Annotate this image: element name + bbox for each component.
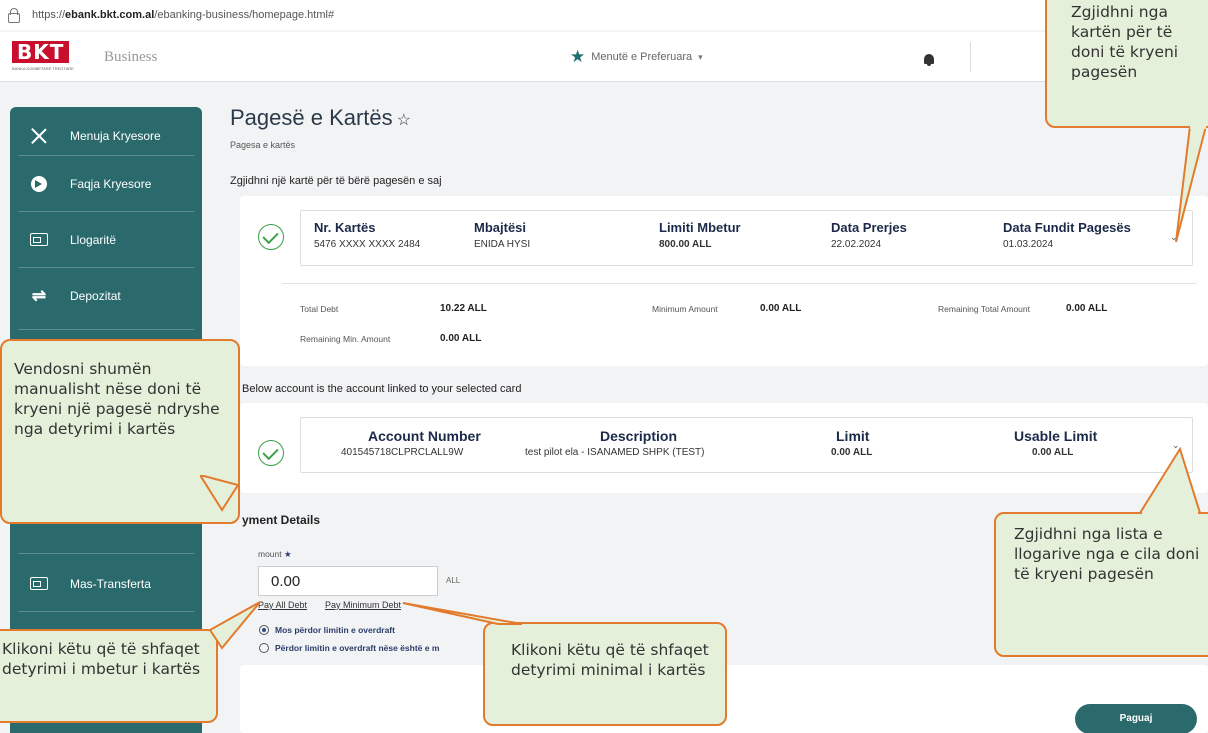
pay-button[interactable]: Paguaj	[1075, 704, 1197, 733]
breadcrumb: Pagesa e kartës	[230, 140, 296, 150]
account-selector[interactable]	[300, 417, 1193, 473]
min-amount-value: 0.00 ALL	[760, 303, 802, 314]
col-header: Description	[600, 428, 678, 444]
sidebar-item-mass-transfer[interactable]: Mas-Transferta	[10, 555, 202, 612]
card-selector[interactable]	[300, 210, 1193, 266]
callout-right: Zgjidhni nga lista e llogarive nga e cil…	[994, 512, 1208, 657]
statement-date: 22.02.2024	[831, 239, 882, 250]
amount-input[interactable]: 0.00	[258, 566, 438, 596]
min-amount-label: Minimum Amount	[652, 304, 718, 314]
callout-bottom-left: Klikoni këtu që të shfaqet detyrimi i mb…	[0, 629, 218, 723]
col-header: Limiti Mbetur	[659, 220, 741, 235]
divider	[18, 611, 194, 612]
header-divider	[970, 42, 971, 72]
divider	[282, 283, 1197, 284]
deposit-icon: ⇌	[31, 285, 47, 305]
card-holder: ENIDA HYSI	[474, 239, 531, 250]
callout-pointer	[1175, 126, 1208, 243]
page-title: Pagesë e Kartës ☆	[230, 105, 412, 130]
col-header: Data Prerjes	[831, 220, 907, 235]
select-card-label: Zgjidhni një kartë për të bërë pagesën e…	[230, 175, 442, 187]
remaining-total-value: 0.00 ALL	[1066, 303, 1108, 314]
address-bar[interactable]: https://ebank.bkt.com.al/ebanking-busine…	[0, 0, 1208, 30]
account-card-icon	[30, 577, 48, 590]
check-icon	[258, 224, 284, 250]
close-icon	[30, 127, 48, 145]
sidebar-item-accounts[interactable]: Llogaritë	[10, 211, 202, 268]
url-text[interactable]: https://ebank.bkt.com.al/ebanking-busine…	[32, 9, 334, 21]
divider	[18, 553, 194, 554]
card-number: 5476 XXXX XXXX 2484	[314, 239, 421, 250]
chevron-down-icon: ▾	[698, 51, 703, 62]
remaining-min-value: 0.00 ALL	[440, 333, 482, 344]
col-header: Account Number	[368, 428, 481, 444]
total-debt-value: 10.22 ALL	[440, 303, 487, 314]
favorites-menu[interactable]: ★ Menutë e Preferuara ▾	[570, 47, 703, 66]
home-circle-icon	[31, 175, 47, 192]
col-header: Mbajtësi	[474, 220, 527, 235]
lock-icon	[8, 8, 20, 23]
remaining-limit: 800.00 ALL	[659, 239, 712, 250]
callout-pointer	[210, 601, 261, 650]
sidebar-item-home[interactable]: Faqja Kryesore	[10, 155, 202, 212]
usable-limit: 0.00 ALL	[1032, 447, 1074, 458]
account-description: test pilot ela - ISANAMED SHPK (TEST)	[525, 447, 705, 458]
star-icon: ★	[570, 47, 586, 66]
remaining-total-label: Remaining Total Amount	[938, 304, 1030, 314]
radio-use-overdraft-label: Përdor limitin e overdraft nëse është e …	[275, 643, 440, 653]
account-label: Below account is the account linked to y…	[242, 383, 522, 395]
currency-label: ALL	[446, 576, 461, 585]
account-number: 401545718CLPRCLALL9W	[341, 447, 464, 458]
app-header: BKT BANKA KOMBËTARE TREGTARE Business ★ …	[0, 32, 1208, 82]
bell-icon[interactable]	[924, 54, 934, 66]
total-debt-label: Total Debt	[300, 304, 339, 314]
favorite-star-icon[interactable]: ☆	[397, 112, 411, 129]
callout-top-right: Zgjidhni nga kartën për të doni të kryen…	[1045, 0, 1208, 128]
col-header: Data Fundit Pagesës	[1003, 220, 1131, 235]
radio-no-overdraft-label: Mos përdor limitin e overdraft	[275, 625, 395, 635]
remaining-min-label: Remaining Min. Amount	[300, 334, 391, 344]
bkt-logo[interactable]: BKT BANKA KOMBËTARE TREGTARE	[12, 41, 74, 73]
col-header: Usable Limit	[1014, 428, 1098, 444]
callout-pointer	[1138, 446, 1202, 515]
check-icon	[258, 440, 284, 466]
account-limit: 0.00 ALL	[831, 447, 873, 458]
sidebar-item-deposits[interactable]: ⇌ Depozitat	[10, 267, 202, 324]
pay-minimum-debt-link[interactable]: Pay Minimum Debt	[325, 600, 401, 610]
callout-pointer	[200, 475, 240, 512]
business-label: Business	[104, 49, 158, 65]
col-header: Nr. Kartës	[314, 220, 376, 235]
callout-pointer	[402, 602, 523, 625]
divider	[18, 329, 194, 330]
col-header: Limit	[836, 428, 870, 444]
account-card-icon	[30, 233, 48, 246]
amount-label: mount ★	[258, 549, 292, 559]
last-payment-date: 01.03.2024	[1003, 239, 1054, 250]
